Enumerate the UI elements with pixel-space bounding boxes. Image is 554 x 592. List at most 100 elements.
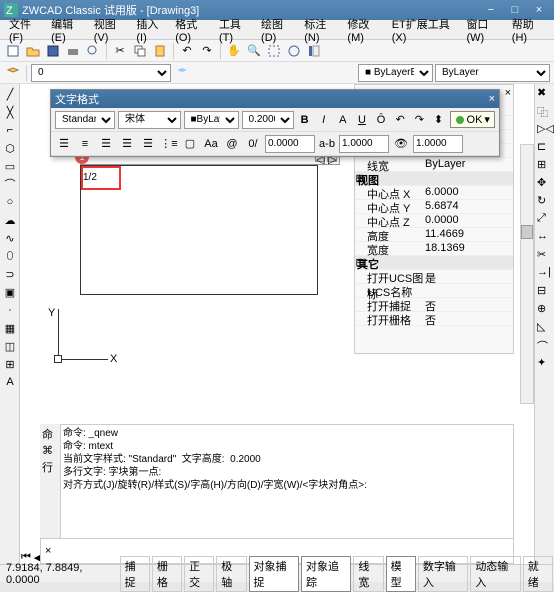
status-toggle[interactable]: 捕捉 bbox=[120, 556, 150, 592]
property-group[interactable]: ⊟其它 bbox=[355, 256, 513, 270]
linetype-combo[interactable]: ByLayer bbox=[435, 64, 550, 82]
line-icon[interactable]: ╱ bbox=[2, 86, 18, 102]
join-icon[interactable]: ⊕ bbox=[537, 302, 553, 318]
vertical-scrollbar[interactable] bbox=[520, 144, 534, 404]
justify-icon[interactable]: ☰ bbox=[118, 135, 136, 153]
move-icon[interactable]: ✥ bbox=[537, 176, 553, 192]
new-icon[interactable] bbox=[4, 42, 22, 60]
menu-item[interactable]: ET扩展工具(X) bbox=[387, 14, 462, 46]
undo-text-icon[interactable]: ↶ bbox=[392, 111, 408, 129]
align-right-icon[interactable]: ☰ bbox=[97, 135, 115, 153]
text-format-titlebar[interactable]: 文字格式 × bbox=[51, 90, 499, 108]
property-row[interactable]: 高度11.4669 bbox=[355, 228, 513, 242]
property-row[interactable]: 打开捕捉否 bbox=[355, 298, 513, 312]
property-row[interactable]: 中心点 X6.0000 bbox=[355, 186, 513, 200]
property-row[interactable]: 打开栅格否 bbox=[355, 312, 513, 326]
menu-item[interactable]: 修改(M) bbox=[342, 14, 386, 46]
numbering-icon[interactable]: ⋮≡ bbox=[160, 135, 178, 153]
zoom-prev-icon[interactable] bbox=[285, 42, 303, 60]
property-row[interactable]: 中心点 Z0.0000 bbox=[355, 214, 513, 228]
status-toggle[interactable]: 正交 bbox=[184, 556, 214, 592]
text-height-combo[interactable]: 0.2000 bbox=[242, 111, 294, 129]
status-toggle[interactable]: 对象捕捉 bbox=[249, 556, 299, 592]
polygon-icon[interactable]: ⬡ bbox=[2, 140, 18, 156]
underline-icon[interactable]: U bbox=[354, 111, 370, 129]
status-toggle[interactable]: 对象追踪 bbox=[301, 556, 351, 592]
stack-icon[interactable]: ⬍ bbox=[430, 111, 446, 129]
italic-icon[interactable]: I bbox=[316, 111, 332, 129]
print-icon[interactable] bbox=[64, 42, 82, 60]
xline-icon[interactable]: ╳ bbox=[2, 104, 18, 120]
close-panel-icon[interactable]: × bbox=[505, 87, 511, 100]
offset-icon[interactable]: ⊏ bbox=[537, 140, 553, 156]
mirror-icon[interactable]: ▷◁ bbox=[537, 122, 553, 138]
status-toggle[interactable]: 数字输入 bbox=[418, 556, 468, 592]
command-history[interactable]: 命令: _qnew 命令: mtext 当前文字样式: "Standard" 文… bbox=[60, 424, 514, 544]
align-left-icon[interactable]: ☰ bbox=[55, 135, 73, 153]
layer-combo[interactable]: 0 bbox=[31, 64, 171, 82]
layer-prev-icon[interactable] bbox=[173, 64, 191, 82]
scale-icon[interactable]: ⤢ bbox=[537, 212, 553, 228]
point-icon[interactable]: · bbox=[2, 302, 18, 318]
status-toggle[interactable]: 就绪 bbox=[523, 556, 553, 592]
width-factor-input[interactable] bbox=[339, 135, 389, 153]
table-icon[interactable]: ⊞ bbox=[2, 356, 18, 372]
menu-item[interactable]: 窗口(W) bbox=[461, 14, 506, 46]
cut-icon[interactable]: ✂ bbox=[111, 42, 129, 60]
paste-icon[interactable] bbox=[151, 42, 169, 60]
pan-icon[interactable]: ✋ bbox=[225, 42, 243, 60]
erase-icon[interactable]: ✖ bbox=[537, 86, 553, 102]
property-group[interactable]: ⊟视图 bbox=[355, 172, 513, 186]
stretch-icon[interactable]: ↔ bbox=[537, 230, 553, 246]
extend-icon[interactable]: →| bbox=[537, 266, 553, 282]
property-row[interactable]: 宽度18.1369 bbox=[355, 242, 513, 256]
field-icon[interactable]: ▢ bbox=[181, 135, 199, 153]
cmd-icon2[interactable]: ⌘ bbox=[42, 444, 58, 457]
break-icon[interactable]: ⊟ bbox=[537, 284, 553, 300]
width-factor2-input[interactable] bbox=[413, 135, 463, 153]
block-icon[interactable]: ▣ bbox=[2, 284, 18, 300]
align-center-icon[interactable]: ≡ bbox=[76, 135, 94, 153]
explode-icon[interactable]: ✦ bbox=[537, 356, 553, 372]
open-icon[interactable] bbox=[24, 42, 42, 60]
hatch-icon[interactable]: ▦ bbox=[2, 320, 18, 336]
status-toggle[interactable]: 线宽 bbox=[353, 556, 383, 592]
pline-icon[interactable]: ⌐ bbox=[2, 122, 18, 138]
rectangle-icon[interactable]: ▭ bbox=[2, 158, 18, 174]
status-toggle[interactable]: 极轴 bbox=[216, 556, 246, 592]
cmd-icon1[interactable]: 命 bbox=[42, 426, 58, 442]
uppercase-icon[interactable]: Aa bbox=[202, 135, 220, 153]
text-style-combo[interactable]: Standard bbox=[55, 111, 115, 129]
ellipse-arc-icon[interactable]: ⊃ bbox=[2, 266, 18, 282]
font-combo[interactable]: 宋体 bbox=[118, 111, 181, 129]
rotate-icon[interactable]: ↻ bbox=[537, 194, 553, 210]
oblique-icon[interactable]: 0/ bbox=[244, 135, 262, 153]
fillet-icon[interactable]: ⌒ bbox=[537, 338, 553, 354]
preview-icon[interactable] bbox=[84, 42, 102, 60]
redo-text-icon[interactable]: ↷ bbox=[411, 111, 427, 129]
undo-icon[interactable]: ↶ bbox=[178, 42, 196, 60]
save-icon[interactable] bbox=[44, 42, 62, 60]
copy-obj-icon[interactable]: ⿻ bbox=[537, 104, 553, 120]
properties-icon[interactable] bbox=[305, 42, 323, 60]
property-row[interactable]: 中心点 Y5.6874 bbox=[355, 200, 513, 214]
text-color-combo[interactable]: ■ByLayer bbox=[184, 111, 239, 129]
overline-icon[interactable]: Ō bbox=[373, 111, 389, 129]
arc-icon[interactable]: ⌒ bbox=[2, 176, 18, 192]
mtext-editor[interactable]: 1/2 bbox=[80, 165, 318, 295]
clear-command-icon[interactable]: × bbox=[41, 545, 55, 557]
symbol-icon[interactable]: @ bbox=[223, 135, 241, 153]
array-icon[interactable]: ⊞ bbox=[537, 158, 553, 174]
status-toggle[interactable]: 模型 bbox=[386, 556, 416, 592]
chamfer-icon[interactable]: ◺ bbox=[537, 320, 553, 336]
redo-icon[interactable]: ↷ bbox=[198, 42, 216, 60]
drawing-canvas[interactable]: 文字格式 × Standard 宋体 ■ByLayer 0.2000 B I A… bbox=[20, 84, 534, 564]
copy-icon[interactable] bbox=[131, 42, 149, 60]
property-row[interactable]: UCS名称 bbox=[355, 284, 513, 298]
trim-icon[interactable]: ✂ bbox=[537, 248, 553, 264]
tracking-input[interactable] bbox=[265, 135, 315, 153]
property-row[interactable]: 打开UCS图标是 bbox=[355, 270, 513, 284]
mtext-icon[interactable]: A bbox=[2, 374, 18, 390]
zoom-icon[interactable]: 🔍 bbox=[245, 42, 263, 60]
color-combo[interactable]: ■ ByLayerByLayer bbox=[358, 64, 433, 82]
